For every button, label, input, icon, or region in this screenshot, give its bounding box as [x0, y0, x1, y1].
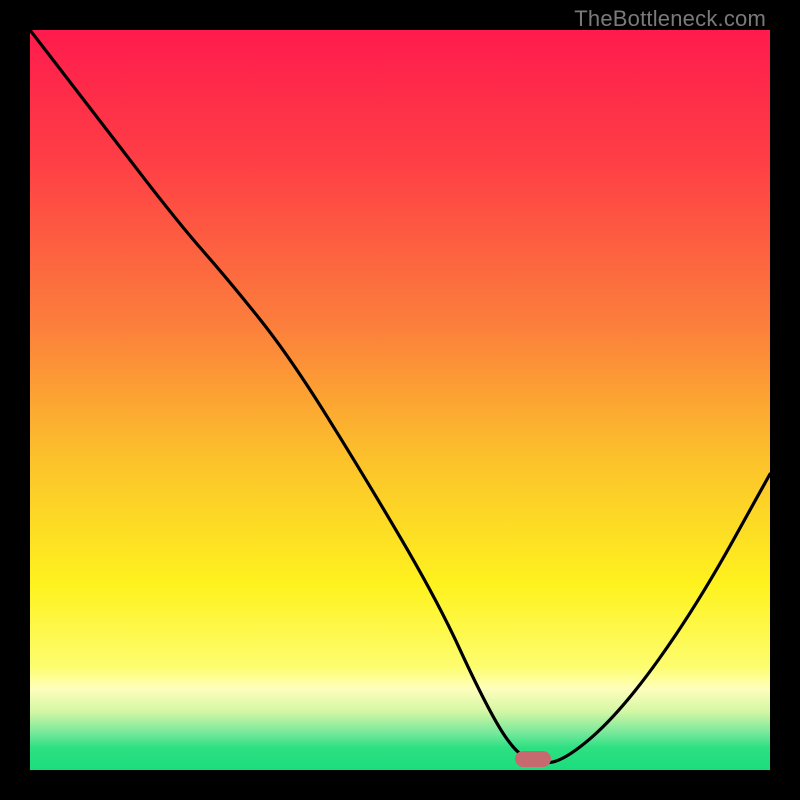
plot-area	[30, 30, 770, 770]
curve-path	[30, 30, 770, 763]
watermark-label: TheBottleneck.com	[574, 6, 766, 32]
chart-container: TheBottleneck.com	[0, 0, 800, 800]
optimal-point-marker	[515, 751, 551, 767]
bottleneck-curve	[30, 30, 770, 770]
